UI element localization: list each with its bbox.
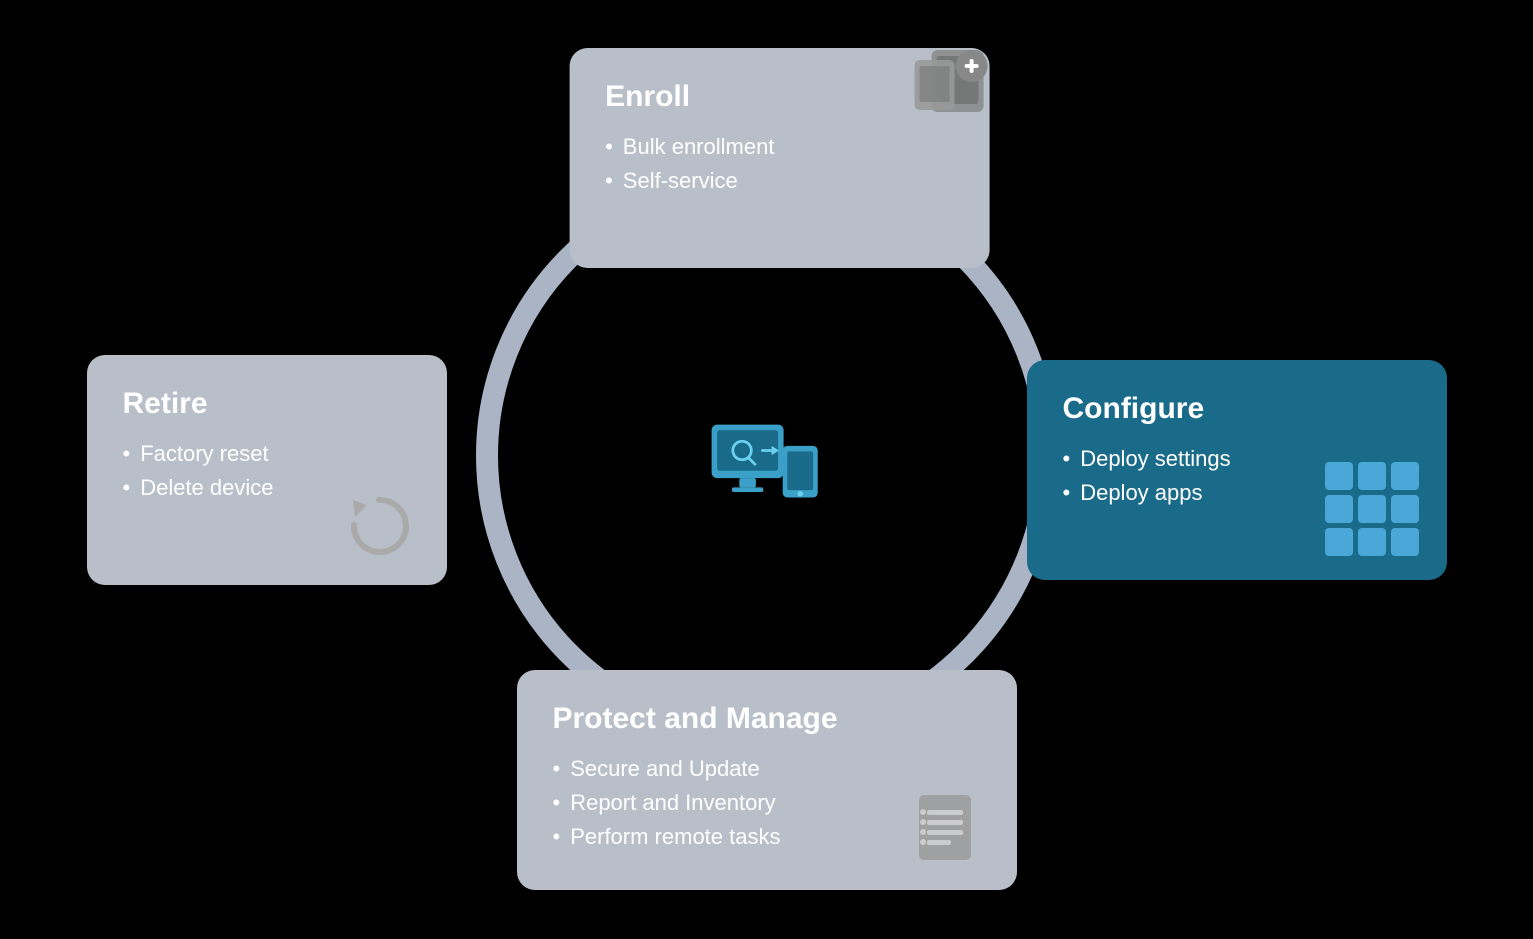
enroll-item-2: Self-service [605, 168, 953, 194]
configure-card: Configure Deploy settings Deploy apps [1027, 360, 1447, 580]
protect-item-1: Secure and Update [553, 756, 981, 782]
enroll-title: Enroll [605, 80, 953, 114]
center-icon [707, 420, 827, 520]
protect-title: Protect and Manage [553, 702, 981, 736]
protect-report-icon [909, 790, 989, 870]
enroll-icon [909, 38, 999, 118]
protect-card: Protect and Manage Secure and Update Rep… [517, 670, 1017, 890]
enroll-list: Bulk enrollment Self-service [605, 134, 953, 194]
diagram-container: Enroll Bulk enrollment Self-service Conf… [67, 30, 1467, 910]
retire-title: Retire [123, 387, 411, 421]
retire-card: Retire Factory reset Delete device [87, 355, 447, 585]
configure-title: Configure [1063, 392, 1411, 426]
retire-item-1: Factory reset [123, 441, 411, 467]
retire-refresh-icon [339, 485, 419, 565]
configure-grid-icon [1325, 462, 1419, 556]
enroll-card: Enroll Bulk enrollment Self-service [569, 48, 989, 268]
enroll-item-1: Bulk enrollment [605, 134, 953, 160]
